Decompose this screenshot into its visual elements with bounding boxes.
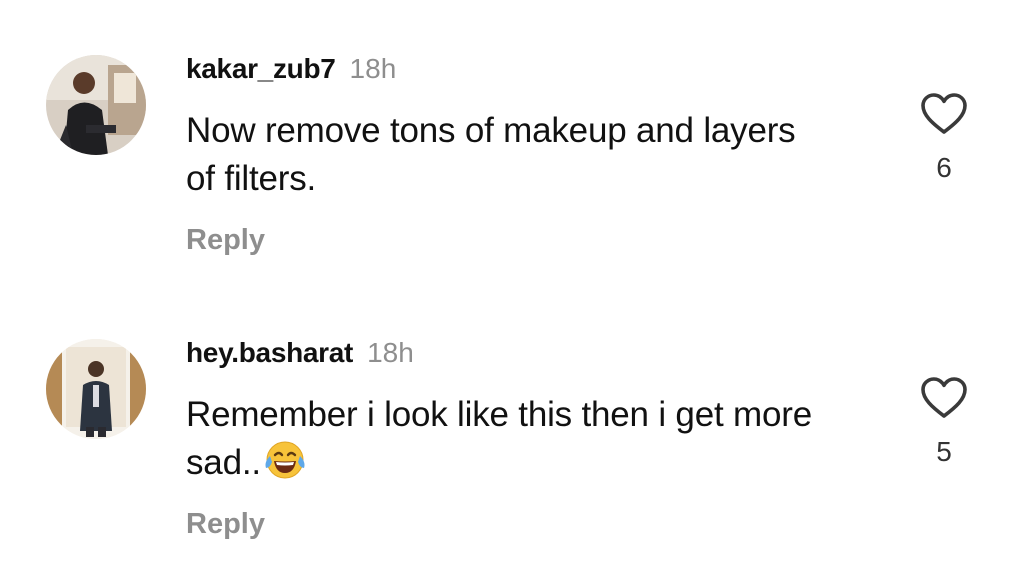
like-control: 6 xyxy=(918,92,970,184)
timestamp: 18h xyxy=(367,337,414,368)
comment-item: hey.basharat 18h Remember i look like thi… xyxy=(0,284,1024,540)
comment-item: kakar_zub7 18h Now remove tons of makeup … xyxy=(0,0,1024,256)
comment-header: kakar_zub7 18h xyxy=(186,52,396,86)
avatar[interactable] xyxy=(46,339,146,439)
like-control: 5 xyxy=(918,376,970,468)
username[interactable]: hey.basharat xyxy=(186,337,353,368)
like-count: 6 xyxy=(936,152,952,183)
comment-text: Remember i look like this then i get mor… xyxy=(186,391,826,493)
face-with-tears-of-joy-icon xyxy=(263,440,307,493)
heart-outline-icon[interactable] xyxy=(920,376,968,420)
comment-header: hey.basharat 18h xyxy=(186,336,414,370)
avatar[interactable] xyxy=(46,55,146,155)
username[interactable]: kakar_zub7 xyxy=(186,53,336,84)
comment-text: Now remove tons of makeup and layers of … xyxy=(186,111,796,198)
like-count: 5 xyxy=(936,436,952,467)
reply-button[interactable]: Reply xyxy=(186,222,265,258)
reply-button[interactable]: Reply xyxy=(186,506,265,542)
timestamp: 18h xyxy=(349,53,397,84)
heart-outline-icon[interactable] xyxy=(920,92,968,136)
